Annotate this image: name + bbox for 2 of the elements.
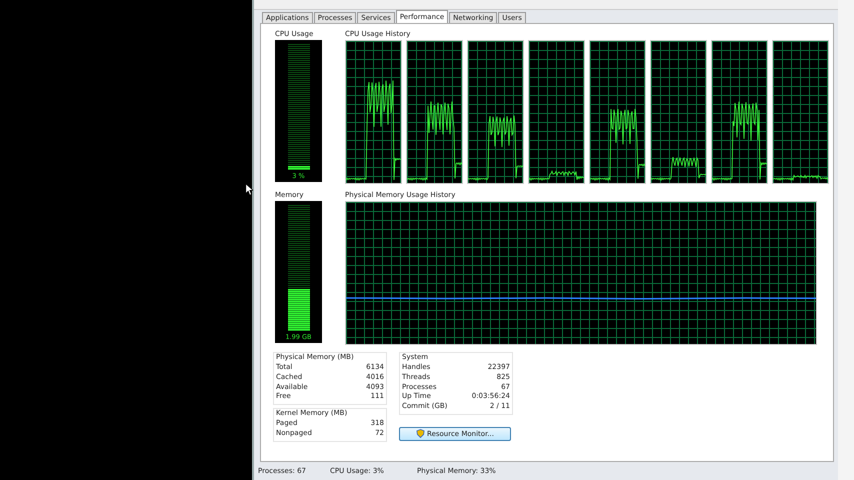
mouse-pointer-icon bbox=[245, 183, 253, 196]
shield-icon bbox=[416, 429, 426, 438]
